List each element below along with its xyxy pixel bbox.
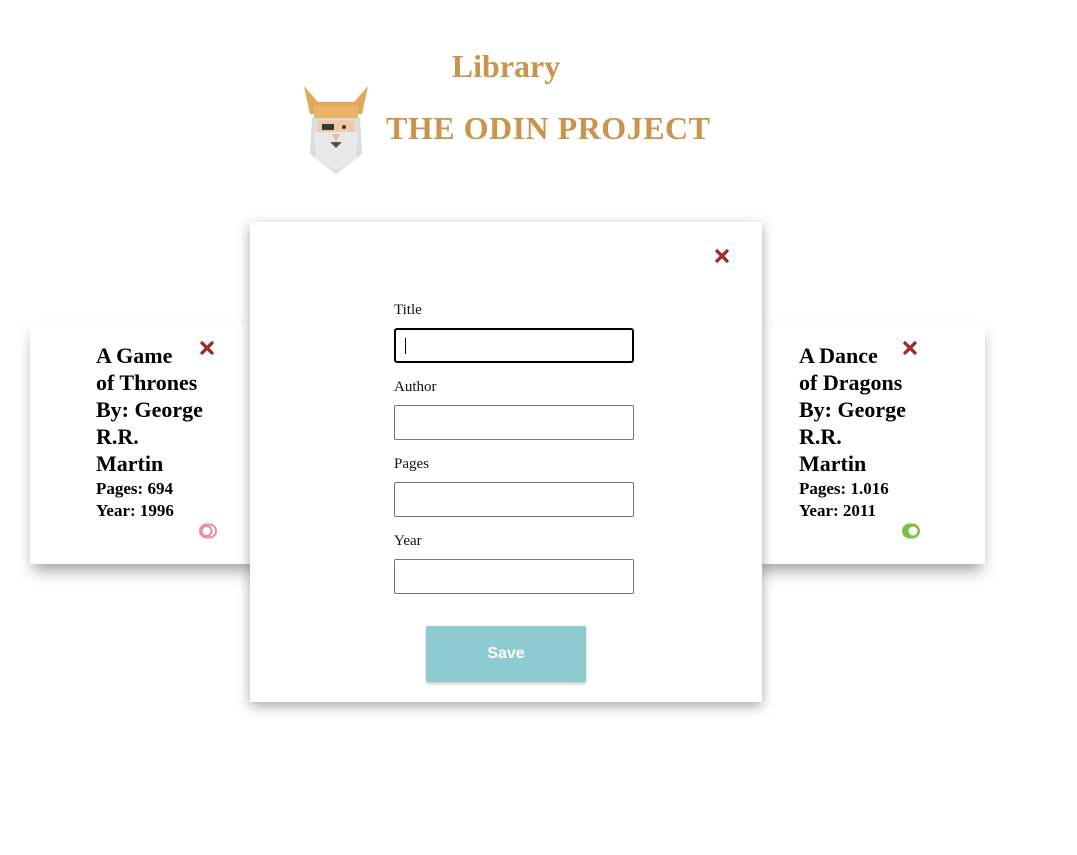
book-pages: Pages: 1.016 xyxy=(799,479,889,498)
close-icon[interactable] xyxy=(902,340,918,356)
book-title-line: Martin xyxy=(799,451,867,476)
book-title-line: R.R. xyxy=(96,424,139,449)
book-card: A Dance of Dragons By: George R.R. Marti… xyxy=(755,322,985,564)
book-title-line: By: George xyxy=(96,397,203,422)
book-title-line: R.R. xyxy=(799,424,842,449)
toggle-on-icon[interactable] xyxy=(902,523,920,539)
year-input[interactable] xyxy=(394,559,634,594)
book-title-line: By: George xyxy=(799,397,906,422)
book-pages: Pages: 694 xyxy=(96,479,173,498)
toggle-off-icon[interactable] xyxy=(199,523,217,539)
close-icon[interactable] xyxy=(714,248,730,264)
text-caret xyxy=(405,338,406,354)
book-title-line: Martin xyxy=(96,451,164,476)
book-title: A Game of Thrones By: George R.R. Martin xyxy=(96,342,236,477)
book-title-line: of Thrones xyxy=(96,370,198,395)
library-page: Library THE ODIN PROJECT A Game of Thron… xyxy=(0,0,1077,855)
book-title-line: A Game xyxy=(96,343,173,368)
book-title: A Dance of Dragons By: George R.R. Marti… xyxy=(799,342,939,477)
close-icon[interactable] xyxy=(199,340,215,356)
author-input[interactable] xyxy=(394,405,634,440)
save-button[interactable]: Save xyxy=(426,626,586,682)
odin-logo-icon xyxy=(304,86,368,174)
book-card: A Game of Thrones By: George R.R. Martin… xyxy=(30,322,260,564)
page-title: Library xyxy=(451,48,561,84)
brand-name: THE ODIN PROJECT xyxy=(386,110,711,146)
book-title-line: of Dragons xyxy=(799,370,903,395)
year-label: Year xyxy=(394,533,422,549)
book-title-line: A Dance xyxy=(799,343,878,368)
book-year: Year: 1996 xyxy=(96,501,174,520)
title-label: Title xyxy=(394,302,422,318)
add-book-modal: Title Author Pages Year Save xyxy=(250,222,762,702)
author-label: Author xyxy=(394,379,437,395)
pages-label: Pages xyxy=(394,456,429,472)
title-input[interactable] xyxy=(394,328,634,363)
book-year: Year: 2011 xyxy=(799,501,876,520)
pages-input[interactable] xyxy=(394,482,634,517)
